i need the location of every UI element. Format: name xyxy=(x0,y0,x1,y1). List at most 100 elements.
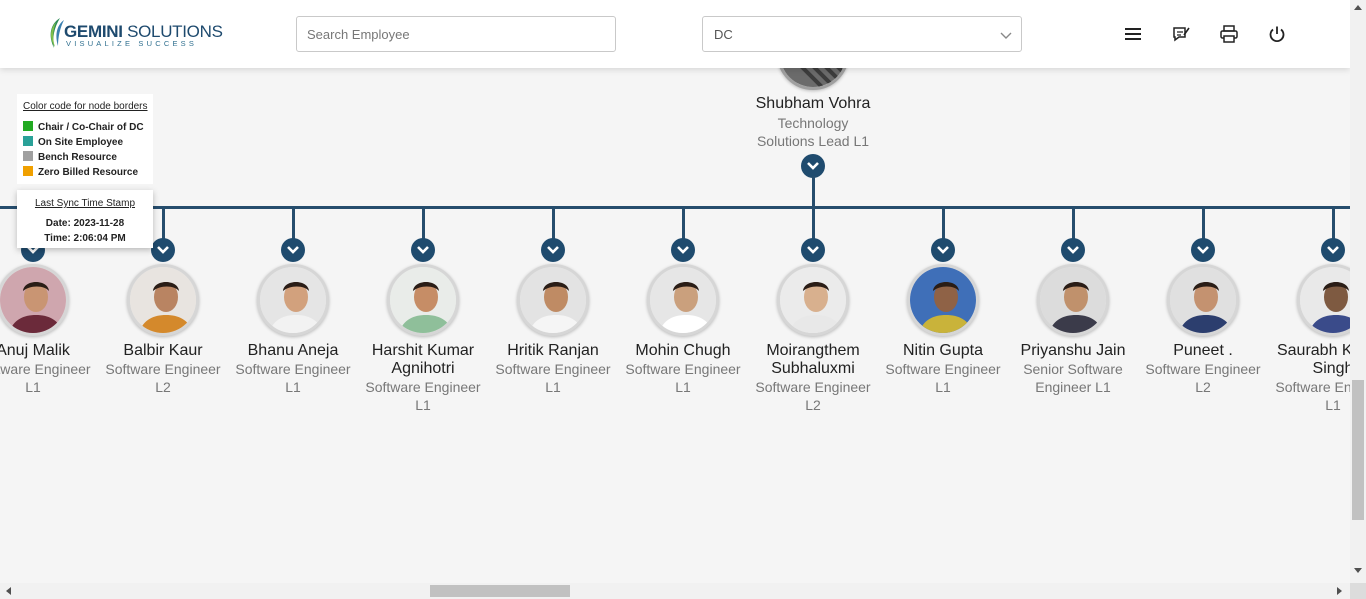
chevron-down-icon xyxy=(1327,246,1339,254)
lead-connector xyxy=(812,176,815,208)
employee-connector xyxy=(292,208,295,240)
legend-item-bench: Bench Resource xyxy=(23,151,117,163)
chevron-down-icon xyxy=(1067,246,1079,254)
employee-collapse-toggle[interactable] xyxy=(671,238,695,262)
employee-collapse-toggle[interactable] xyxy=(931,238,955,262)
employee-avatar[interactable] xyxy=(127,264,199,336)
chevron-down-icon xyxy=(1000,32,1012,39)
employee-photo xyxy=(650,267,716,333)
employee-collapse-toggle[interactable] xyxy=(541,238,565,262)
employee-connector xyxy=(422,208,425,240)
employee-connector xyxy=(682,208,685,240)
employee-avatar[interactable] xyxy=(1167,264,1239,336)
employee-connector xyxy=(552,208,555,240)
employee-level: L2 xyxy=(805,397,821,413)
scroll-left-arrow-icon[interactable] xyxy=(5,587,11,595)
sync-time: Time: 2:06:04 PM xyxy=(44,233,126,244)
employee-avatar[interactable] xyxy=(777,264,849,336)
employee-name: Harshit Kumar xyxy=(371,342,475,359)
employee-level: L2 xyxy=(155,379,171,395)
employee-photo xyxy=(130,267,196,333)
employee-designation: Software Engineer xyxy=(1145,361,1261,377)
scrollbar-corner xyxy=(1350,583,1366,599)
employee-designation: Software Engineer xyxy=(105,361,221,377)
power-icon[interactable] xyxy=(1267,24,1287,44)
last-sync-card: Last Sync Time Stamp Date: 2023-11-28 Ti… xyxy=(17,190,153,248)
chevron-down-icon xyxy=(157,246,169,254)
employee-avatar[interactable] xyxy=(517,264,589,336)
vertical-scroll-thumb[interactable] xyxy=(1352,380,1364,520)
vertical-scrollbar[interactable] xyxy=(1350,0,1366,583)
lead-collapse-toggle[interactable] xyxy=(801,154,825,178)
employee-connector xyxy=(1072,208,1075,240)
employee-photo xyxy=(520,267,586,333)
employee-name: Anuj Malik xyxy=(0,342,70,359)
employee-collapse-toggle[interactable] xyxy=(411,238,435,262)
employee-collapse-toggle[interactable] xyxy=(1191,238,1215,262)
employee-name-line2: Agnihotri xyxy=(391,360,455,377)
lead-designation-line1: Technology xyxy=(777,115,849,131)
employee-photo xyxy=(780,267,846,333)
employee-avatar[interactable] xyxy=(0,264,69,336)
horizontal-scrollbar[interactable] xyxy=(0,583,1350,599)
employee-collapse-toggle[interactable] xyxy=(1061,238,1085,262)
dc-select-value: DC xyxy=(714,27,733,42)
chevron-down-icon xyxy=(937,246,949,254)
employee-avatar[interactable] xyxy=(1037,264,1109,336)
legend-item-chair: Chair / Co-Chair of DC xyxy=(23,121,144,133)
employee-designation: Software Engineer xyxy=(885,361,1001,377)
search-employee-input[interactable] xyxy=(296,16,616,52)
employee-photo xyxy=(1170,267,1236,333)
employee-designation: Software Engineer xyxy=(755,379,871,395)
employee-connector xyxy=(942,208,945,240)
border-color-legend: Color code for node borders Chair / Co-C… xyxy=(17,94,153,184)
employee-photo xyxy=(0,267,66,333)
employee-collapse-toggle[interactable] xyxy=(1321,238,1345,262)
employee-collapse-toggle[interactable] xyxy=(281,238,305,262)
gemini-solutions-logo[interactable]: GEMINI SOLUTIONS VISUALIZE SUCCESS xyxy=(46,16,223,50)
dc-select[interactable]: DC xyxy=(702,16,1022,52)
employee-designation: Senior Software xyxy=(1023,361,1123,377)
employee-connector xyxy=(812,208,815,240)
employee-level: Engineer L1 xyxy=(1035,379,1111,395)
horizontal-scroll-thumb[interactable] xyxy=(430,585,570,597)
employee-designation: Software Engineer xyxy=(365,379,481,395)
employee-avatar[interactable] xyxy=(387,264,459,336)
employee-collapse-toggle[interactable] xyxy=(801,238,825,262)
print-icon[interactable] xyxy=(1219,24,1239,44)
employee-avatar[interactable] xyxy=(907,264,979,336)
chevron-down-icon xyxy=(547,246,559,254)
menu-icon[interactable] xyxy=(1123,24,1143,44)
employee-level: L1 xyxy=(675,379,691,395)
legend-swatch xyxy=(23,151,33,161)
chevron-down-icon xyxy=(417,246,429,254)
lead-name: Shubham Vohra xyxy=(755,95,871,112)
scroll-up-arrow-icon[interactable] xyxy=(1354,4,1362,10)
employee-name: Balbir Kaur xyxy=(123,342,203,359)
scroll-down-arrow-icon[interactable] xyxy=(1354,568,1362,574)
employee-name-line2: Subhaluxmi xyxy=(771,360,855,377)
employee-photo xyxy=(260,267,326,333)
sibling-connector xyxy=(0,206,1350,209)
employee-level: L1 xyxy=(935,379,951,395)
app-header: GEMINI SOLUTIONS VISUALIZE SUCCESS DC xyxy=(0,0,1350,68)
scroll-right-arrow-icon[interactable] xyxy=(1337,587,1343,595)
employee-photo xyxy=(910,267,976,333)
legend-title: Color code for node borders xyxy=(23,101,148,112)
legend-swatch xyxy=(23,166,33,176)
employee-avatar[interactable] xyxy=(257,264,329,336)
employee-name: Bhanu Aneja xyxy=(247,342,339,359)
employee-avatar[interactable] xyxy=(647,264,719,336)
feedback-icon[interactable] xyxy=(1171,24,1191,44)
employee-level: L1 xyxy=(545,379,561,395)
employee-connector xyxy=(162,208,165,240)
employee-connector xyxy=(1332,208,1335,240)
employee-designation: Software Engineer xyxy=(235,361,351,377)
chevron-down-icon xyxy=(287,246,299,254)
legend-swatch xyxy=(23,136,33,146)
lead-designation-line2: Solutions Lead L1 xyxy=(756,133,870,149)
employee-level: L1 xyxy=(25,379,41,395)
employee-collapse-toggle[interactable] xyxy=(151,238,175,262)
employee-connector xyxy=(1202,208,1205,240)
employee-name: Hritik Ranjan xyxy=(507,342,599,359)
